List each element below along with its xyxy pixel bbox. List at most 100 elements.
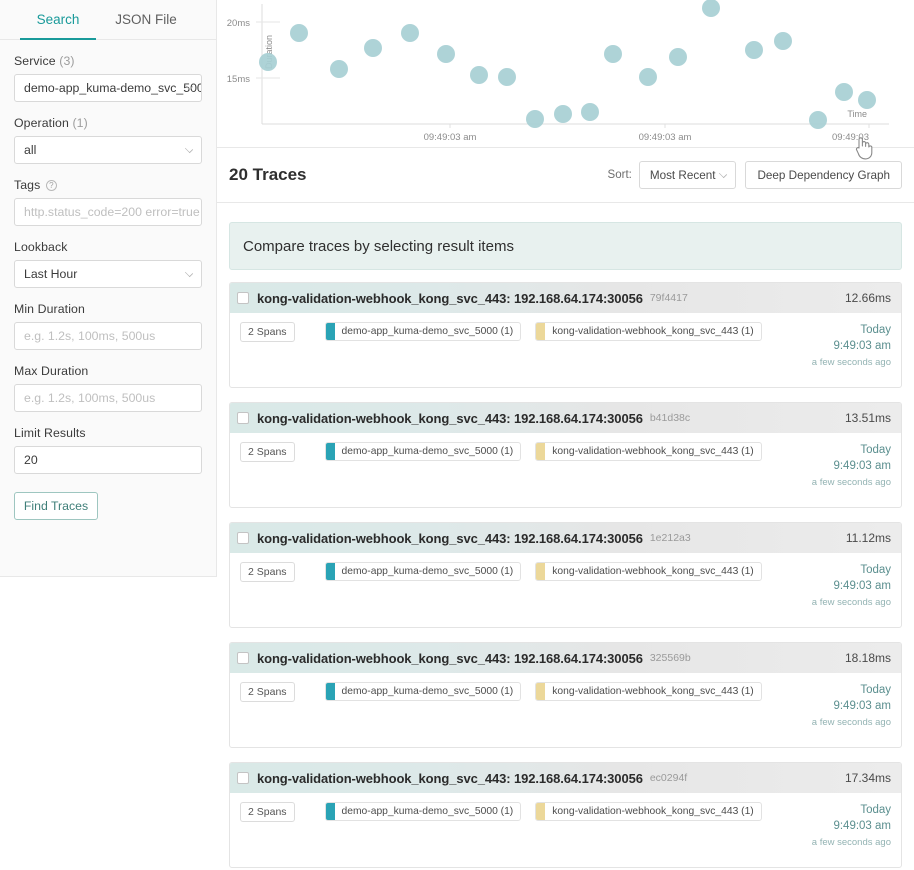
limit-results-input[interactable]: 20 [14, 446, 202, 474]
trace-day: Today [860, 684, 891, 696]
service-pill[interactable]: demo-app_kuma-demo_svc_5000 (1) [324, 322, 522, 341]
x-axis-title: Time [847, 109, 867, 119]
service-select[interactable]: demo-app_kuma-demo_svc_5000 [14, 74, 202, 102]
service-pill[interactable]: kong-validation-webhook_kong_svc_443 (1) [535, 442, 762, 461]
trace-result-card[interactable]: kong-validation-webhook_kong_svc_443: 19… [229, 522, 902, 628]
trace-result-body: 2 Spans demo-app_kuma-demo_svc_5000 (1) … [230, 553, 901, 627]
scatter-svg: 20ms15msDuration09:49:03 am 09:49:03 am 09… [227, 0, 889, 143]
operation-select[interactable]: all [14, 136, 202, 164]
service-pill[interactable]: demo-app_kuma-demo_svc_5000 (1) [324, 442, 522, 461]
scatter-point[interactable] [858, 91, 876, 109]
scatter-point[interactable] [809, 111, 827, 129]
limit-results-label: Limit Results [14, 426, 86, 440]
trace-select-checkbox[interactable] [237, 292, 249, 304]
operation-value: all [24, 143, 37, 157]
max-duration-input[interactable]: e.g. 1.2s, 100ms, 500us [14, 384, 202, 412]
trace-result-card[interactable]: kong-validation-webhook_kong_svc_443: 19… [229, 282, 902, 388]
trace-duration: 13.51ms [844, 411, 891, 425]
trace-result-header[interactable]: kong-validation-webhook_kong_svc_443: 19… [230, 763, 901, 793]
trace-select-checkbox[interactable] [237, 772, 249, 784]
service-pill-list: demo-app_kuma-demo_svc_5000 (1) kong-val… [324, 562, 776, 581]
trace-result-header[interactable]: kong-validation-webhook_kong_svc_443: 19… [230, 403, 901, 433]
tab-json-file[interactable]: JSON File [102, 0, 190, 39]
min-duration-input[interactable]: e.g. 1.2s, 100ms, 500us [14, 322, 202, 350]
scatter-point[interactable] [774, 32, 792, 50]
scatter-point[interactable] [554, 105, 572, 123]
x-tick-label: 09:49:03 am [424, 132, 477, 143]
tab-search[interactable]: Search [14, 0, 102, 40]
trace-select-checkbox[interactable] [237, 412, 249, 424]
scatter-point[interactable] [639, 68, 657, 86]
scatter-point[interactable] [364, 39, 382, 57]
trace-relative-time: a few seconds ago [811, 717, 891, 728]
service-pill-label: kong-validation-webhook_kong_svc_443 (1) [552, 326, 754, 337]
scatter-point[interactable] [669, 48, 687, 66]
service-pill[interactable]: kong-validation-webhook_kong_svc_443 (1) [535, 562, 762, 581]
trace-timestamp: Today 9:49:03 am a few seconds ago [812, 802, 891, 848]
scatter-point[interactable] [470, 66, 488, 84]
results-toolbar: 20 Traces Sort: Most Recent Deep Depende… [217, 148, 914, 203]
tags-placeholder: http.status_code=200 error=true [24, 205, 200, 219]
service-pill[interactable]: demo-app_kuma-demo_svc_5000 (1) [324, 802, 522, 821]
scatter-point[interactable] [498, 68, 516, 86]
help-icon[interactable]: ? [45, 180, 57, 191]
service-pill-label: demo-app_kuma-demo_svc_5000 (1) [341, 326, 514, 337]
y-tick-label: 15ms [227, 74, 250, 85]
scatter-point[interactable] [259, 53, 277, 71]
service-pill[interactable]: kong-validation-webhook_kong_svc_443 (1) [535, 802, 762, 821]
min-duration-field: Min Duration e.g. 1.2s, 100ms, 500us [14, 302, 202, 350]
scatter-point[interactable] [290, 24, 308, 42]
sidebar-tabbar: Search JSON File [0, 0, 216, 40]
trace-select-checkbox[interactable] [237, 532, 249, 544]
traces-scatter-plot[interactable]: 20ms 15ms Duration 09:49:03 am 09:49:03 am 09… [217, 0, 914, 148]
scatter-point[interactable] [437, 45, 455, 63]
trace-result-card[interactable]: kong-validation-webhook_kong_svc_443: 19… [229, 402, 902, 508]
service-color-swatch [536, 443, 546, 460]
scatter-point[interactable] [702, 0, 720, 17]
service-pill[interactable]: kong-validation-webhook_kong_svc_443 (1) [535, 322, 762, 341]
scatter-point[interactable] [604, 45, 622, 63]
span-count-badge: 2 Spans [240, 682, 295, 702]
trace-result-body: 2 Spans demo-app_kuma-demo_svc_5000 (1) … [230, 673, 901, 747]
trace-title: kong-validation-webhook_kong_svc_443: 19… [257, 530, 643, 546]
tags-input[interactable]: http.status_code=200 error=true [14, 198, 202, 226]
find-traces-label: Find Traces [23, 499, 89, 513]
trace-result-body: 2 Spans demo-app_kuma-demo_svc_5000 (1) … [230, 313, 901, 387]
scatter-point[interactable] [581, 103, 599, 121]
x-tick-label: 09:49:03 am [639, 132, 692, 143]
operation-count: (1) [72, 116, 88, 130]
sort-select[interactable]: Most Recent [638, 161, 737, 189]
lookback-select[interactable]: Last Hour [14, 260, 202, 288]
trace-clock: 9:49:03 am [833, 460, 891, 472]
scatter-point[interactable] [526, 110, 544, 128]
scatter-point[interactable] [401, 24, 419, 42]
trace-day: Today [860, 564, 891, 576]
trace-clock: 9:49:03 am [833, 700, 891, 712]
service-pill[interactable]: demo-app_kuma-demo_svc_5000 (1) [324, 682, 522, 701]
tab-json-file-label: JSON File [115, 12, 177, 27]
service-pill[interactable]: kong-validation-webhook_kong_svc_443 (1) [535, 682, 762, 701]
trace-id: 79f4417 [649, 292, 688, 304]
trace-select-checkbox[interactable] [237, 652, 249, 664]
trace-result-card[interactable]: kong-validation-webhook_kong_svc_443: 19… [229, 642, 902, 748]
service-color-swatch [325, 683, 335, 700]
trace-title: kong-validation-webhook_kong_svc_443: 19… [257, 290, 643, 306]
deep-dependency-graph-button[interactable]: Deep Dependency Graph [745, 161, 902, 189]
service-field: Service (3) demo-app_kuma-demo_svc_5000 [14, 54, 202, 102]
compare-traces-banner: Compare traces by selecting result items [229, 222, 902, 270]
service-color-swatch [536, 683, 546, 700]
find-traces-button[interactable]: Find Traces [14, 492, 98, 520]
trace-result-card[interactable]: kong-validation-webhook_kong_svc_443: 19… [229, 762, 902, 868]
scatter-point[interactable] [745, 41, 763, 59]
service-color-swatch [536, 803, 546, 820]
trace-day: Today [860, 444, 891, 456]
scatter-point[interactable] [330, 60, 348, 78]
scatter-point[interactable] [835, 83, 853, 101]
service-pill[interactable]: demo-app_kuma-demo_svc_5000 (1) [324, 562, 522, 581]
service-pill-list: demo-app_kuma-demo_svc_5000 (1) kong-val… [324, 442, 776, 461]
trace-result-header[interactable]: kong-validation-webhook_kong_svc_443: 19… [230, 523, 901, 553]
max-duration-field: Max Duration e.g. 1.2s, 100ms, 500us [14, 364, 202, 412]
trace-result-header[interactable]: kong-validation-webhook_kong_svc_443: 19… [230, 643, 901, 673]
trace-result-header[interactable]: kong-validation-webhook_kong_svc_443: 19… [230, 283, 901, 313]
trace-relative-time: a few seconds ago [811, 837, 891, 848]
